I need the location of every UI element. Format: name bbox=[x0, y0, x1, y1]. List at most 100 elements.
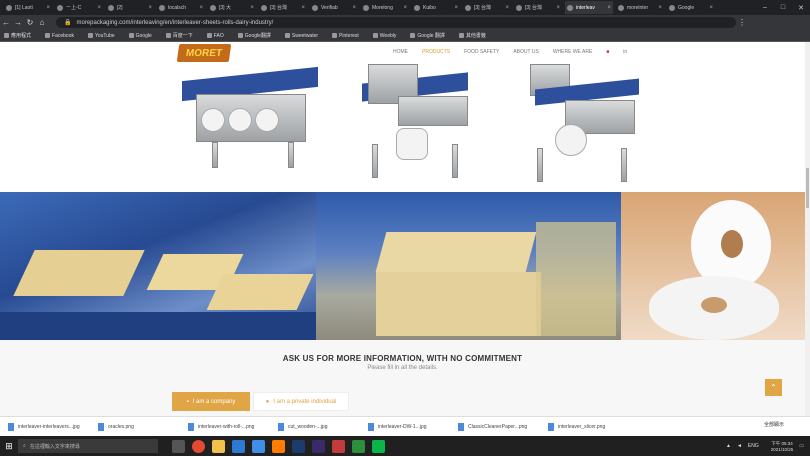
clock[interactable]: 下午 05:34 2021/10/25 bbox=[765, 441, 794, 452]
bookmark-item[interactable]: YouTube bbox=[88, 33, 115, 39]
close-icon[interactable]: × bbox=[403, 5, 407, 11]
close-icon[interactable]: × bbox=[97, 5, 101, 11]
browser-tab[interactable]: [2] × bbox=[106, 1, 154, 14]
minimize-icon[interactable]: – bbox=[756, 4, 774, 12]
nav-products[interactable]: PRODUCTS bbox=[422, 49, 450, 55]
bookmark-item[interactable]: Facebook bbox=[45, 33, 74, 39]
close-icon[interactable]: × bbox=[199, 5, 203, 11]
bookmark-item[interactable]: Weebly bbox=[373, 33, 397, 39]
tab-favicon bbox=[465, 4, 471, 11]
bookmark-item[interactable]: 應用程式 bbox=[4, 32, 31, 39]
network-icon[interactable]: ▲ bbox=[726, 443, 731, 449]
site-logo[interactable]: MORET bbox=[176, 44, 232, 62]
app-icon[interactable] bbox=[352, 439, 365, 453]
language-indicator[interactable]: ENG bbox=[748, 443, 759, 449]
browser-tab[interactable]: Google × bbox=[667, 1, 715, 14]
download-item[interactable]: cut_wooden-...jpg bbox=[278, 422, 366, 431]
download-item[interactable]: interleaver-DW-1...jpg bbox=[368, 422, 456, 431]
photoshop-icon[interactable] bbox=[292, 439, 305, 453]
file-explorer-icon[interactable] bbox=[212, 439, 225, 453]
mail-icon[interactable] bbox=[252, 439, 265, 453]
browser-tab[interactable]: moreinter × bbox=[616, 1, 664, 14]
close-icon[interactable]: × bbox=[607, 5, 611, 11]
tab-favicon bbox=[618, 4, 624, 11]
download-item[interactable]: interleaver-with-roll-...png bbox=[188, 422, 276, 431]
browser-tab-strip: [1] Laoti × ㄧ上-C × [2] × localsch × [3] 大 × [… bbox=[0, 0, 810, 15]
scrollbar-thumb[interactable] bbox=[806, 168, 809, 208]
close-icon[interactable]: × bbox=[556, 5, 560, 11]
notification-icon[interactable]: ▭ bbox=[799, 443, 804, 449]
bookmark-item[interactable]: 百度一下 bbox=[166, 32, 193, 39]
close-icon[interactable]: × bbox=[505, 5, 509, 11]
nav-about[interactable]: ABOUT US bbox=[513, 49, 538, 55]
windows-start-icon[interactable]: ⊞ bbox=[0, 441, 18, 452]
browser-tab[interactable]: [3] 台灣 × bbox=[514, 1, 562, 14]
taskbar-search-input[interactable]: ⌕ 在這裡輸入文字來搜尋 bbox=[18, 439, 158, 453]
browser-tab[interactable]: [3] 台灣 × bbox=[463, 1, 511, 14]
bookmark-item[interactable]: FAO bbox=[207, 33, 224, 39]
nav-home[interactable]: HOME bbox=[393, 49, 408, 55]
company-button[interactable]: ▪ I am a company bbox=[172, 392, 250, 411]
reload-icon[interactable]: ↻ bbox=[24, 18, 36, 27]
bookmark-item[interactable]: Google bbox=[129, 33, 152, 39]
browser-tab-active[interactable]: interleav × bbox=[565, 1, 613, 14]
browser-tab[interactable]: [3] 台灣 × bbox=[259, 1, 307, 14]
line-icon[interactable] bbox=[372, 439, 385, 453]
close-icon[interactable]: × bbox=[148, 5, 152, 11]
file-icon bbox=[278, 422, 284, 431]
nav-food-safety[interactable]: FOOD SAFETY bbox=[464, 49, 499, 55]
show-all-downloads-button[interactable]: 全部顯示 bbox=[764, 421, 784, 428]
forward-icon[interactable]: → bbox=[12, 18, 24, 27]
browser-tab[interactable]: [1] Laoti × bbox=[4, 1, 52, 14]
volume-icon[interactable]: ◄ bbox=[737, 443, 742, 449]
close-icon[interactable]: × bbox=[658, 5, 662, 11]
close-icon[interactable]: × bbox=[709, 5, 713, 11]
product-photo-strip bbox=[0, 192, 805, 340]
language-flag-icon[interactable]: ■ bbox=[606, 49, 609, 55]
file-icon bbox=[458, 422, 464, 431]
file-icon bbox=[188, 422, 194, 431]
lock-icon: 🔒 bbox=[64, 20, 72, 26]
linkedin-icon[interactable]: in bbox=[623, 49, 627, 55]
private-individual-button[interactable]: ● I am a private individual bbox=[253, 392, 349, 411]
app-icon[interactable] bbox=[332, 439, 345, 453]
back-icon[interactable]: ← bbox=[0, 18, 12, 27]
close-icon[interactable]: × bbox=[46, 5, 50, 11]
page-scrollbar[interactable] bbox=[805, 42, 810, 416]
store-icon[interactable] bbox=[232, 439, 245, 453]
browser-tab[interactable]: localsch × bbox=[157, 1, 205, 14]
scroll-to-top-button[interactable]: ⌃ bbox=[765, 379, 782, 396]
file-icon bbox=[548, 422, 554, 431]
close-icon[interactable]: × bbox=[454, 5, 458, 11]
browser-tab[interactable]: Verifiab × bbox=[310, 1, 358, 14]
url-field[interactable]: 🔒 morepackaging.com/interleaving/en/inte… bbox=[56, 17, 736, 28]
task-view-icon[interactable] bbox=[172, 439, 185, 453]
browser-tab[interactable]: Kuibo × bbox=[412, 1, 460, 14]
bookmark-item[interactable]: 其他書籤 bbox=[459, 32, 486, 39]
premiere-icon[interactable] bbox=[312, 439, 325, 453]
download-item[interactable]: interleaver-interleavers...jpg bbox=[8, 422, 96, 431]
chrome-icon[interactable] bbox=[192, 439, 205, 453]
browser-tab[interactable]: Morelong × bbox=[361, 1, 409, 14]
illustrator-icon[interactable] bbox=[272, 439, 285, 453]
download-item[interactable]: interleaver_slicer.png bbox=[548, 422, 636, 431]
contact-section: ASK US FOR MORE INFORMATION, WITH NO COM… bbox=[0, 340, 805, 416]
bookmark-item[interactable]: Pinterest bbox=[332, 33, 359, 39]
download-item[interactable]: ClassicCleanerPaper...png bbox=[458, 422, 546, 431]
nav-where[interactable]: WHERE WE ARE bbox=[553, 49, 592, 55]
close-icon[interactable]: × bbox=[250, 5, 254, 11]
bookmark-item[interactable]: Google 翻譯 bbox=[410, 32, 445, 39]
close-window-icon[interactable]: ✕ bbox=[792, 4, 810, 12]
cheese-conveyor-photo bbox=[0, 192, 316, 340]
close-icon[interactable]: × bbox=[352, 5, 356, 11]
bookmark-item[interactable]: Sweetwater bbox=[285, 33, 318, 39]
extensions-icon[interactable]: ⋮ bbox=[736, 18, 748, 27]
browser-tab[interactable]: ㄧ上-C × bbox=[55, 1, 103, 14]
close-icon[interactable]: × bbox=[301, 5, 305, 11]
home-icon[interactable]: ⌂ bbox=[36, 18, 48, 27]
tab-favicon bbox=[414, 4, 420, 11]
browser-tab[interactable]: [3] 大 × bbox=[208, 1, 256, 14]
download-item[interactable]: oracles.png bbox=[98, 422, 186, 431]
bookmark-item[interactable]: Google翻譯 bbox=[238, 32, 271, 39]
maximize-icon[interactable]: □ bbox=[774, 4, 792, 12]
